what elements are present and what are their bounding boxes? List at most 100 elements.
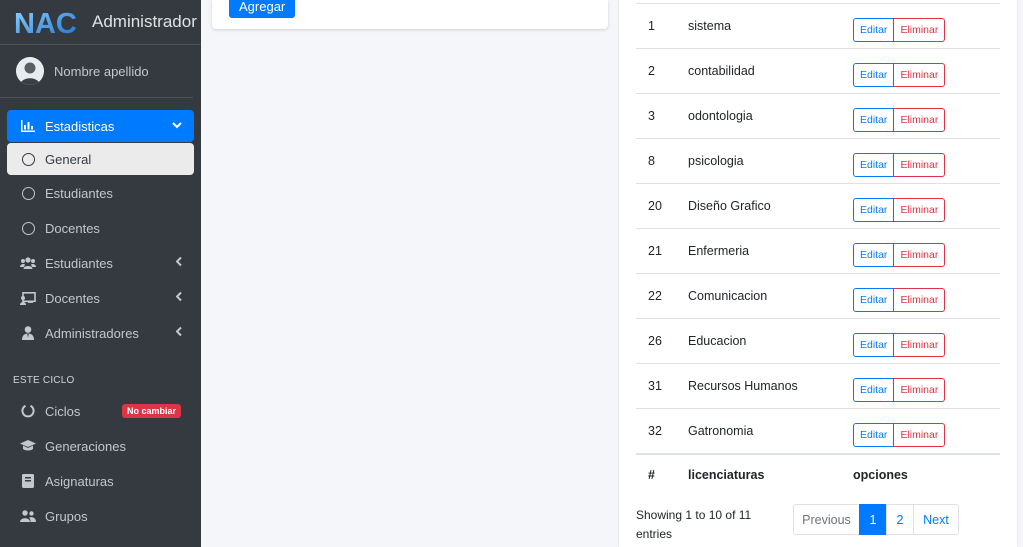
edit-button[interactable]: Editar bbox=[853, 288, 895, 312]
table-header-row: # licenciaturas opciones bbox=[636, 452, 1000, 496]
table-row: 8 psicologia Editar Eliminar bbox=[636, 138, 1000, 184]
row-id: 21 bbox=[636, 228, 688, 274]
edit-button[interactable]: Editar bbox=[853, 243, 895, 267]
sidebar-item-label: Grupos bbox=[45, 508, 88, 524]
edit-button[interactable]: Editar bbox=[853, 108, 895, 132]
sidebar-item-label: Asignaturas bbox=[45, 473, 114, 489]
row-actions: Editar Eliminar bbox=[853, 333, 946, 357]
sidebar-item-label: Estudiantes bbox=[45, 185, 113, 201]
sidebar-item-docentes-stats[interactable]: Docentes bbox=[7, 211, 194, 245]
edit-button[interactable]: Editar bbox=[853, 333, 895, 357]
circle-notch-icon bbox=[20, 403, 36, 419]
sidebar-item-estudiantes-stats[interactable]: Estudiantes bbox=[7, 176, 194, 210]
chevron-left-icon bbox=[175, 256, 182, 270]
edit-button[interactable]: Editar bbox=[853, 153, 895, 177]
row-id: 22 bbox=[636, 273, 688, 319]
sidebar-item-administradores[interactable]: Administradores bbox=[7, 316, 194, 350]
page-1-button[interactable]: 1 bbox=[859, 504, 887, 535]
sidebar-item-asignaturas[interactable]: Asignaturas bbox=[7, 464, 194, 498]
edit-button[interactable]: Editar bbox=[853, 198, 895, 222]
chevron-left-icon bbox=[175, 326, 182, 340]
column-header-name[interactable]: licenciaturas bbox=[688, 452, 853, 496]
delete-button[interactable]: Eliminar bbox=[894, 108, 946, 132]
user-name: Nombre apellido bbox=[54, 63, 149, 79]
sidebar-item-estadisticas[interactable]: Estadisticas bbox=[7, 110, 194, 142]
brand-logo: NAC bbox=[14, 8, 77, 37]
table-row: 3 odontologia Editar Eliminar bbox=[636, 93, 1000, 139]
chevron-left-icon bbox=[175, 291, 182, 305]
sidebar-item-estudiantes[interactable]: Estudiantes bbox=[7, 246, 194, 280]
sidebar-section-header: ESTE CICLO bbox=[13, 375, 75, 386]
sidebar-nav: Estadisticas General Estudiantes Docente… bbox=[0, 98, 201, 350]
table-row: 1 sistema Editar Eliminar bbox=[636, 3, 1000, 49]
row-actions: Editar Eliminar bbox=[853, 243, 946, 267]
row-name: Gatronomia bbox=[688, 408, 853, 454]
graduation-cap-icon bbox=[20, 438, 36, 454]
add-button[interactable]: Agregar bbox=[229, 0, 296, 18]
edit-button[interactable]: Editar bbox=[853, 422, 895, 447]
row-actions: Editar Eliminar bbox=[853, 422, 946, 447]
row-options: Editar Eliminar bbox=[853, 273, 1000, 319]
row-options: Editar Eliminar bbox=[853, 183, 1000, 229]
row-name: psicologia bbox=[688, 138, 853, 184]
table-row: 22 Comunicacion Editar Eliminar bbox=[636, 273, 1000, 319]
page-2-button[interactable]: 2 bbox=[886, 504, 914, 535]
edit-button[interactable]: Editar bbox=[853, 378, 895, 402]
row-actions: Editar Eliminar bbox=[853, 198, 946, 222]
column-header-options: opciones bbox=[853, 452, 1000, 496]
delete-button[interactable]: Eliminar bbox=[894, 63, 946, 87]
sidebar-item-generaciones[interactable]: Generaciones bbox=[7, 429, 194, 463]
delete-button[interactable]: Eliminar bbox=[894, 333, 946, 357]
sidebar-item-general[interactable]: General bbox=[7, 143, 194, 175]
licenciaturas-table: 1 sistema Editar Eliminar 2 contabilidad Edita… bbox=[636, 3, 1000, 496]
sidebar-item-label: Administradores bbox=[45, 325, 139, 341]
delete-button[interactable]: Eliminar bbox=[894, 198, 946, 222]
row-actions: Editar Eliminar bbox=[853, 378, 946, 402]
delete-button[interactable]: Eliminar bbox=[894, 243, 946, 267]
delete-button[interactable]: Eliminar bbox=[894, 288, 946, 312]
row-id: 31 bbox=[636, 363, 688, 409]
svg-text:NAC: NAC bbox=[14, 8, 77, 37]
row-id: 1 bbox=[636, 3, 688, 49]
row-id: 20 bbox=[636, 183, 688, 229]
row-options: Editar Eliminar bbox=[853, 363, 1000, 409]
row-name: sistema bbox=[688, 3, 853, 49]
form-card: Agregar bbox=[212, 0, 608, 29]
delete-button[interactable]: Eliminar bbox=[894, 378, 946, 402]
user-tie-icon bbox=[20, 325, 36, 341]
delete-button[interactable]: Eliminar bbox=[894, 422, 946, 447]
edit-button[interactable]: Editar bbox=[853, 63, 895, 87]
previous-page-button[interactable]: Previous bbox=[793, 504, 860, 535]
sidebar-item-ciclos[interactable]: Ciclos No cambiar bbox=[7, 394, 194, 428]
avatar bbox=[16, 57, 44, 85]
sidebar: NAC Administrador Nombre apellido Estadi… bbox=[0, 0, 201, 547]
row-actions: Editar Eliminar bbox=[853, 108, 946, 132]
delete-button[interactable]: Eliminar bbox=[894, 18, 946, 42]
sidebar-item-label: Estadisticas bbox=[45, 118, 115, 134]
status-badge: No cambiar bbox=[121, 404, 181, 418]
table-row: 21 Enfermeria Editar Eliminar bbox=[636, 228, 1000, 274]
sidebar-item-grupos[interactable]: Grupos bbox=[7, 499, 194, 533]
row-id: 32 bbox=[636, 408, 688, 454]
table-info: Showing 1 to 10 of 11 entries bbox=[636, 508, 752, 541]
circle-icon bbox=[20, 185, 36, 201]
next-page-button[interactable]: Next bbox=[913, 504, 959, 535]
user-panel[interactable]: Nombre apellido bbox=[0, 45, 193, 98]
pagination: Previous 1 2 Next bbox=[793, 504, 959, 535]
row-id: 8 bbox=[636, 138, 688, 184]
brand-link[interactable]: NAC Administrador bbox=[0, 0, 201, 45]
row-id: 2 bbox=[636, 48, 688, 94]
column-header-id: # bbox=[636, 452, 688, 496]
row-name: Educacion bbox=[688, 318, 853, 364]
row-actions: Editar Eliminar bbox=[853, 153, 946, 177]
row-id: 26 bbox=[636, 318, 688, 364]
table-row: 31 Recursos Humanos Editar Eliminar bbox=[636, 363, 1000, 409]
circle-icon bbox=[20, 220, 36, 236]
delete-button[interactable]: Eliminar bbox=[894, 153, 946, 177]
sidebar-item-docentes[interactable]: Docentes bbox=[7, 281, 194, 315]
chalkboard-teacher-icon bbox=[20, 290, 36, 306]
users-icon bbox=[20, 255, 36, 271]
edit-button[interactable]: Editar bbox=[853, 18, 895, 42]
table-row: 2 contabilidad Editar Eliminar bbox=[636, 48, 1000, 94]
sidebar-item-label: Generaciones bbox=[45, 438, 126, 454]
